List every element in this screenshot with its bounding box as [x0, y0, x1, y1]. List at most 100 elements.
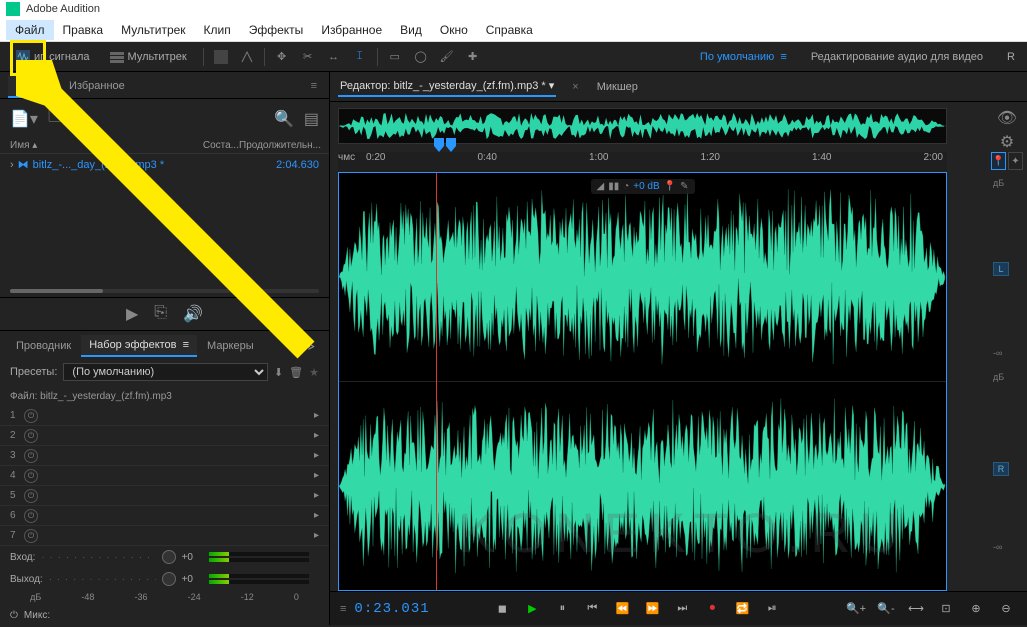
- menu-clip[interactable]: Клип: [195, 20, 240, 40]
- filter-icon[interactable]: ▤: [304, 109, 319, 129]
- out-marker-icon[interactable]: [446, 138, 460, 155]
- timeline-ruler[interactable]: чмс 0:20 0:40 1:00 1:20 1:40 2:00: [338, 152, 947, 172]
- col-name[interactable]: Имя: [10, 140, 29, 151]
- zoom-full-icon[interactable]: ⟷: [905, 598, 927, 620]
- overview-zoom-icon[interactable]: 👁: [997, 108, 1017, 128]
- menu-favorites[interactable]: Избранное: [312, 20, 391, 40]
- next-button[interactable]: ⏭: [671, 598, 693, 620]
- tool-spectral-icon[interactable]: [212, 48, 230, 66]
- open-file-icon[interactable]: 📄▾: [10, 109, 38, 129]
- timecode[interactable]: 0:23.031: [354, 601, 429, 617]
- output-value: +0: [182, 574, 193, 585]
- prev-button[interactable]: ⏮: [581, 598, 603, 620]
- workspace-extra[interactable]: R: [1003, 51, 1019, 63]
- overview-waveform[interactable]: [338, 108, 947, 144]
- channel-left-badge[interactable]: L: [993, 262, 1009, 276]
- fx-slot[interactable]: 1⏻▸: [0, 406, 329, 426]
- tab-files[interactable]: Файл: [8, 76, 55, 98]
- menu-edit[interactable]: Правка: [54, 20, 113, 40]
- tool-razor-icon[interactable]: ✂: [299, 48, 317, 66]
- menu-effects[interactable]: Эффекты: [240, 20, 313, 40]
- play-button[interactable]: ▶: [521, 598, 543, 620]
- menu-multitrack[interactable]: Мультитрек: [112, 20, 194, 40]
- tool-brush-icon[interactable]: 🖌: [438, 48, 456, 66]
- preset-select[interactable]: (По умолчанию): [63, 363, 268, 381]
- files-scrollbar[interactable]: [10, 289, 319, 293]
- playhead[interactable]: [436, 173, 437, 590]
- col-duration[interactable]: Продолжительн...: [239, 140, 319, 151]
- zoom-out-v-icon[interactable]: ⊖: [995, 598, 1017, 620]
- fx-slot[interactable]: 6⏻▸: [0, 506, 329, 526]
- fx-slot[interactable]: 2⏻▸: [0, 426, 329, 446]
- tool-lasso-icon[interactable]: ◯: [412, 48, 430, 66]
- meter-icon[interactable]: ▮▮: [608, 181, 619, 192]
- tab-explorer[interactable]: Проводник: [8, 336, 79, 356]
- zoom-out-icon[interactable]: 🔍-: [875, 598, 897, 620]
- overview-settings-icon[interactable]: ⚙: [1000, 132, 1014, 152]
- transport-menu-icon[interactable]: ≡: [340, 603, 346, 615]
- tool-move-icon[interactable]: ✥: [273, 48, 291, 66]
- tab-markers[interactable]: Маркеры: [199, 336, 262, 356]
- waveform-mode-button[interactable]: ип сигнала: [8, 47, 98, 67]
- waveform-display[interactable]: ◢ ▮▮ ◔ +0 dB 📍 ✎: [338, 172, 947, 591]
- menu-window[interactable]: Окно: [431, 20, 477, 40]
- multitrack-mode-button[interactable]: Мультитрек: [102, 47, 195, 67]
- tab-favorites[interactable]: Избранное: [59, 76, 135, 98]
- output-knob[interactable]: [162, 572, 176, 586]
- delete-preset-icon[interactable]: 🗑: [289, 366, 303, 379]
- menu-help[interactable]: Справка: [477, 20, 542, 40]
- pin-hud-icon[interactable]: 📍: [664, 181, 676, 192]
- file-row[interactable]: › ⧓ bitlz_-..._day_(zf.fm).mp3 * 2:04.63…: [0, 154, 329, 175]
- expand-icon[interactable]: ›: [10, 159, 14, 171]
- tab-mixer[interactable]: Микшер: [595, 78, 640, 96]
- forward-button[interactable]: ⏩: [641, 598, 663, 620]
- fx-slot[interactable]: 4⏻▸: [0, 466, 329, 486]
- tool-spectral-pitch-icon[interactable]: [238, 48, 256, 66]
- input-knob[interactable]: [162, 550, 176, 564]
- tool-heal-icon[interactable]: ✚: [464, 48, 482, 66]
- record-button[interactable]: ⏺: [701, 598, 723, 620]
- pin-icon[interactable]: 📍: [991, 152, 1006, 170]
- skip-button[interactable]: ⏯: [761, 598, 783, 620]
- fx-slot[interactable]: 5⏻▸: [0, 486, 329, 506]
- stop-button[interactable]: ◼: [491, 598, 513, 620]
- workspace-audio-for-video[interactable]: Редактирование аудио для видео: [807, 51, 987, 63]
- power-icon: ⏻: [24, 409, 38, 423]
- favorite-preset-icon[interactable]: ★: [309, 366, 319, 379]
- channel-right-badge[interactable]: R: [993, 462, 1009, 476]
- tab-effects-rack[interactable]: Набор эффектов ≡: [81, 335, 197, 357]
- zoom-in-icon[interactable]: 🔍+: [845, 598, 867, 620]
- input-label: Вход:: [10, 552, 35, 563]
- zoom-sel-icon[interactable]: ⊡: [935, 598, 957, 620]
- search-icon[interactable]: 🔍: [274, 109, 294, 129]
- tool-marquee-icon[interactable]: ▭: [386, 48, 404, 66]
- more-tabs-icon[interactable]: ≫: [297, 340, 321, 353]
- pause-button[interactable]: ⏸: [551, 598, 573, 620]
- tool-slip-icon[interactable]: ↔: [325, 48, 343, 66]
- tool-time-select-icon[interactable]: 𝙸: [351, 48, 369, 66]
- col-status[interactable]: Соста...: [189, 140, 239, 151]
- fx-slot[interactable]: 3⏻▸: [0, 446, 329, 466]
- fade-icon[interactable]: ◢: [596, 181, 604, 192]
- rack-power-icon[interactable]: ⏻: [10, 610, 18, 621]
- mini-loop-icon[interactable]: 🔊: [183, 304, 203, 324]
- menu-view[interactable]: Вид: [391, 20, 431, 40]
- record-file-icon[interactable]: 🗔: [48, 105, 65, 132]
- fx-slot[interactable]: 7⏻▸: [0, 526, 329, 546]
- loop-button[interactable]: 🔁: [731, 598, 753, 620]
- rewind-button[interactable]: ⏪: [611, 598, 633, 620]
- knob-icon[interactable]: ◔: [623, 181, 629, 192]
- tab-close-icon[interactable]: ×: [572, 81, 578, 93]
- edit-hud-icon[interactable]: ✎: [680, 181, 688, 192]
- menu-file[interactable]: Файл: [6, 20, 54, 40]
- mini-insert-icon[interactable]: ⎘: [154, 304, 167, 324]
- workspace-default[interactable]: По умолчанию ≡: [696, 51, 791, 63]
- zoom-in-v-icon[interactable]: ⊕: [965, 598, 987, 620]
- panel-menu-icon[interactable]: ≡: [307, 76, 321, 98]
- save-preset-icon[interactable]: ⬇: [274, 366, 283, 379]
- mini-play-icon[interactable]: ▶: [126, 304, 138, 324]
- tab-editor[interactable]: Редактор: bitlz_-_yesterday_(zf.fm).mp3 …: [338, 76, 556, 97]
- output-label: Выход:: [10, 574, 43, 585]
- wand-icon[interactable]: ✦: [1008, 152, 1023, 170]
- volume-hud[interactable]: ◢ ▮▮ ◔ +0 dB 📍 ✎: [590, 179, 694, 194]
